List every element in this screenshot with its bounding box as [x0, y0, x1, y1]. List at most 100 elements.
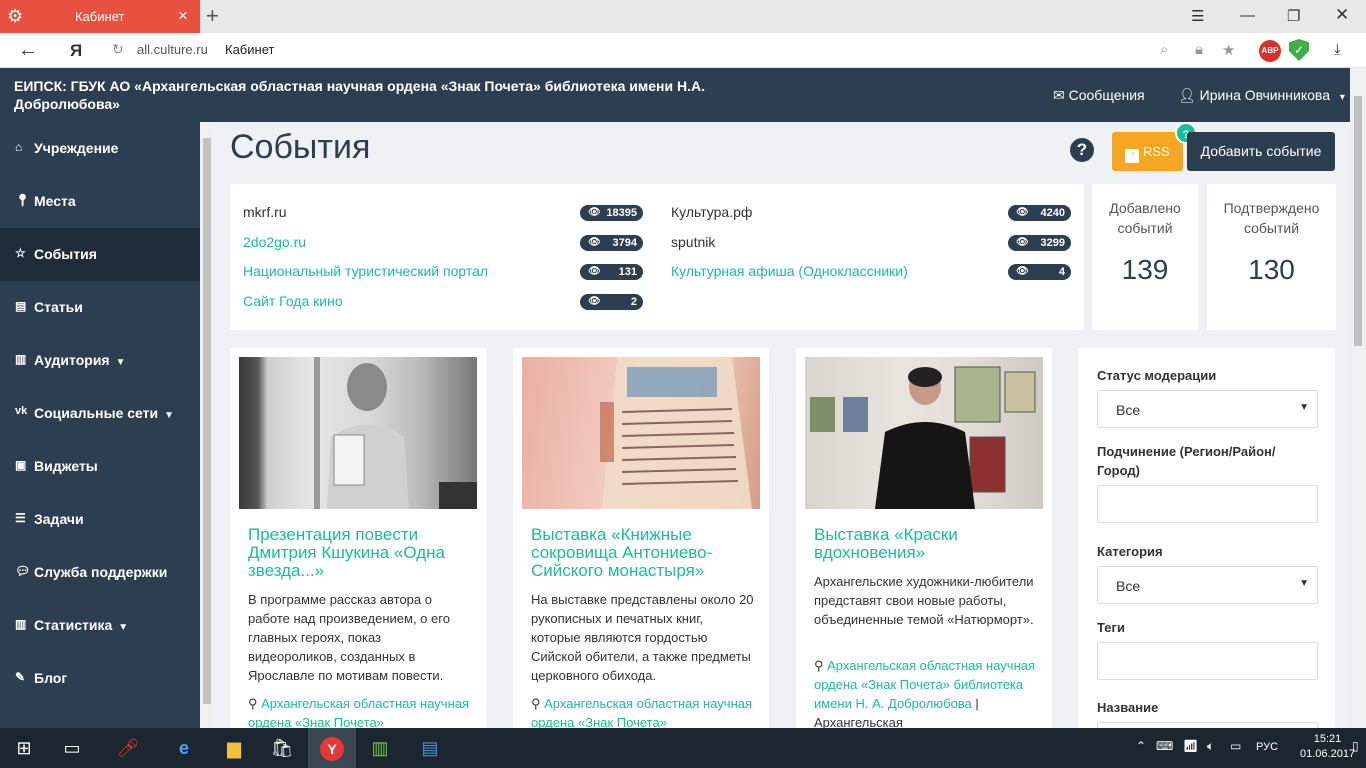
yandex-logo[interactable]: Я [70, 41, 82, 61]
language-indicator[interactable]: РУС [1256, 741, 1278, 753]
star-icon[interactable]: ★ [1222, 41, 1235, 59]
store-icon[interactable]: 🛍︎ [260, 728, 304, 768]
subordination-input[interactable] [1097, 485, 1318, 523]
clock-date: 01.06.2017 [1300, 748, 1356, 760]
restore-icon[interactable]: ❐ [1287, 7, 1300, 25]
signal-icon[interactable]: 📶︎ [1183, 739, 1198, 753]
sidebar-item-label: Задачи [34, 511, 84, 527]
image-icon: ▣ [15, 458, 27, 472]
user-menu[interactable]: 👤︎ Ирина Овчинникова ▾ [1178, 87, 1345, 104]
sidebar-item-places[interactable]: 📍︎ Места [0, 175, 200, 228]
chart-app-icon[interactable]: ▥ [358, 728, 402, 768]
back-icon[interactable]: ← [18, 39, 38, 62]
scrollbar-thumb[interactable] [203, 138, 211, 704]
map-marker-icon: ⚲ [248, 696, 262, 711]
microphone-icon[interactable]: 🎤︎ [106, 728, 150, 768]
sidebar-item-articles[interactable]: ▤ Статьи [0, 281, 200, 334]
sidebar-item-audience[interactable]: ▥ Аудитория ▼ [0, 334, 200, 387]
source-link[interactable]: Культурная афиша (Одноклассники) [671, 263, 908, 279]
tray-up-arrow-icon[interactable]: ⌃ [1136, 739, 1146, 753]
lock-icon[interactable]: 🔒︎ [1195, 41, 1203, 58]
download-icon[interactable]: ⤓ [1334, 41, 1341, 58]
tab-title: Кабинет [75, 9, 125, 24]
sidebar-item-social[interactable]: vk Социальные сети ▼ [0, 387, 200, 440]
notification-icon[interactable]: ▯ [1352, 739, 1359, 753]
close-tab-icon[interactable]: × [178, 6, 188, 26]
system-clock[interactable]: 15:21 01.06.2017 [1300, 732, 1355, 762]
clock-time: 15:21 [1313, 733, 1342, 745]
event-title[interactable]: Презентация повести Дмитрия Кшукина «Одн… [248, 526, 473, 580]
event-title[interactable]: Выставка «Книжные сокровища Антониево-Си… [531, 526, 756, 580]
map-marker-icon: ⚲ [531, 696, 545, 711]
close-window-icon[interactable]: ✕ [1335, 5, 1349, 25]
edge-icon[interactable]: e [162, 728, 206, 768]
page-scrollbar[interactable] [1350, 68, 1366, 728]
sidebar-item-support[interactable]: 💬︎ Служба поддержки [0, 546, 200, 599]
minimize-icon[interactable]: — [1240, 7, 1255, 24]
source-name: Культура.рф [671, 204, 753, 220]
folder-icon[interactable]: ▆ [212, 728, 256, 768]
sidebar-item-text: Социальные сети [34, 405, 159, 421]
sidebar-item-label: Статистика ▼ [34, 617, 128, 633]
volume-icon[interactable]: 🔈︎ [1207, 739, 1214, 754]
tags-input[interactable] [1097, 642, 1318, 680]
view-count-badge: 👁︎ 3794 [580, 235, 643, 251]
add-event-button[interactable]: Добавить событие [1187, 132, 1335, 171]
sidebar-item-blog[interactable]: ✎ Блог [0, 652, 200, 705]
sidebar-item-widgets[interactable]: ▣ Виджеты [0, 440, 200, 493]
sidebar-item-text: Статистика [34, 617, 113, 633]
added-events-stat: Добавлено событий 139 [1092, 184, 1198, 330]
location-text: Архангельская областная научная ордена «… [248, 696, 470, 728]
pencil-icon: ✎ [15, 670, 26, 684]
browser-tab[interactable]: ⚙ Кабинет × [0, 0, 200, 33]
source-link[interactable]: Национальный туристический портал [243, 263, 488, 279]
event-card[interactable]: Выставка «Краски вдохновения» Архангельс… [796, 348, 1052, 728]
event-image[interactable] [522, 357, 760, 509]
event-image[interactable] [239, 357, 477, 509]
eye-icon: 👁︎ [1016, 237, 1029, 248]
sidebar-item-events[interactable]: ☆ События [0, 228, 200, 281]
event-card[interactable]: Презентация повести Дмитрия Кшукина «Одн… [230, 348, 486, 728]
event-location[interactable]: ⚲ Архангельская областная научная ордена… [248, 694, 473, 728]
sidebar-item-tasks[interactable]: ☰ Задачи [0, 493, 200, 546]
event-image[interactable] [805, 357, 1043, 509]
adblock-icon[interactable]: ABP [1259, 40, 1281, 62]
rss-button[interactable]: ◝ RSS [1112, 132, 1183, 171]
source-link[interactable]: 2do2go.ru [243, 234, 306, 250]
moderation-status-select[interactable]: Все ▼ [1097, 390, 1318, 428]
scrollbar-thumb[interactable] [1354, 96, 1362, 346]
help-icon[interactable]: ? [1070, 138, 1094, 162]
event-card[interactable]: Выставка «Книжные сокровища Антониево-Си… [513, 348, 769, 728]
sidebar-scrollbar[interactable] [200, 122, 214, 728]
sidebar-item-statistics[interactable]: ▥ Статистика ▼ [0, 599, 200, 652]
event-location[interactable]: ⚲ Архангельская областная научная ордена… [531, 694, 756, 728]
windows-start-icon[interactable]: ⊞ [2, 728, 46, 768]
gear-icon: ⚙ [7, 6, 24, 26]
source-link[interactable]: Сайт Года кино [243, 293, 343, 309]
reload-icon[interactable]: ↻ [112, 41, 124, 58]
messages-link[interactable]: ✉ Сообщения [1053, 87, 1145, 104]
stat-label: Добавлено событий [1109, 200, 1181, 236]
yandex-browser-icon[interactable]: Y [308, 728, 356, 768]
menu-icon[interactable]: ☰ [1191, 7, 1204, 25]
keyboard-icon[interactable]: ⌨ [1156, 739, 1173, 753]
event-title[interactable]: Выставка «Краски вдохновения» [814, 526, 1039, 562]
word-document-icon[interactable]: ▤ [408, 728, 452, 768]
new-tab-button[interactable]: + [206, 3, 219, 29]
rss-icon: ◝ [1125, 149, 1140, 163]
shield-icon[interactable]: ✓ [1289, 39, 1309, 61]
url-text[interactable]: all.culture.ru [137, 42, 208, 57]
search-icon[interactable]: ⌕ [1160, 41, 1168, 58]
eye-icon: 👁︎ [1016, 266, 1029, 277]
windows-taskbar: ⊞ ▭ 🎤︎ e ▆ 🛍︎ Y ▥ ▤ ⌃ ⌨ 📶︎ 🔈︎ ▭ РУС 15:2… [0, 728, 1366, 768]
event-description: Архангельские художники-любители предста… [814, 574, 1034, 627]
user-icon: 👤︎ [1178, 87, 1196, 103]
task-view-icon[interactable]: ▭ [50, 728, 94, 768]
sidebar-item-institution[interactable]: ⌂ Учреждение [0, 122, 200, 175]
star-icon: ☆ [15, 246, 26, 260]
event-location[interactable]: ⚲ Архангельская областная научная ордена… [814, 656, 1039, 728]
category-select[interactable]: Все ▼ [1097, 566, 1318, 604]
eye-icon: 👁︎ [1016, 207, 1029, 218]
location-text: Архангельская областная научная ордена «… [814, 658, 1036, 711]
keyboard-layout-icon[interactable]: ▭ [1230, 739, 1241, 753]
